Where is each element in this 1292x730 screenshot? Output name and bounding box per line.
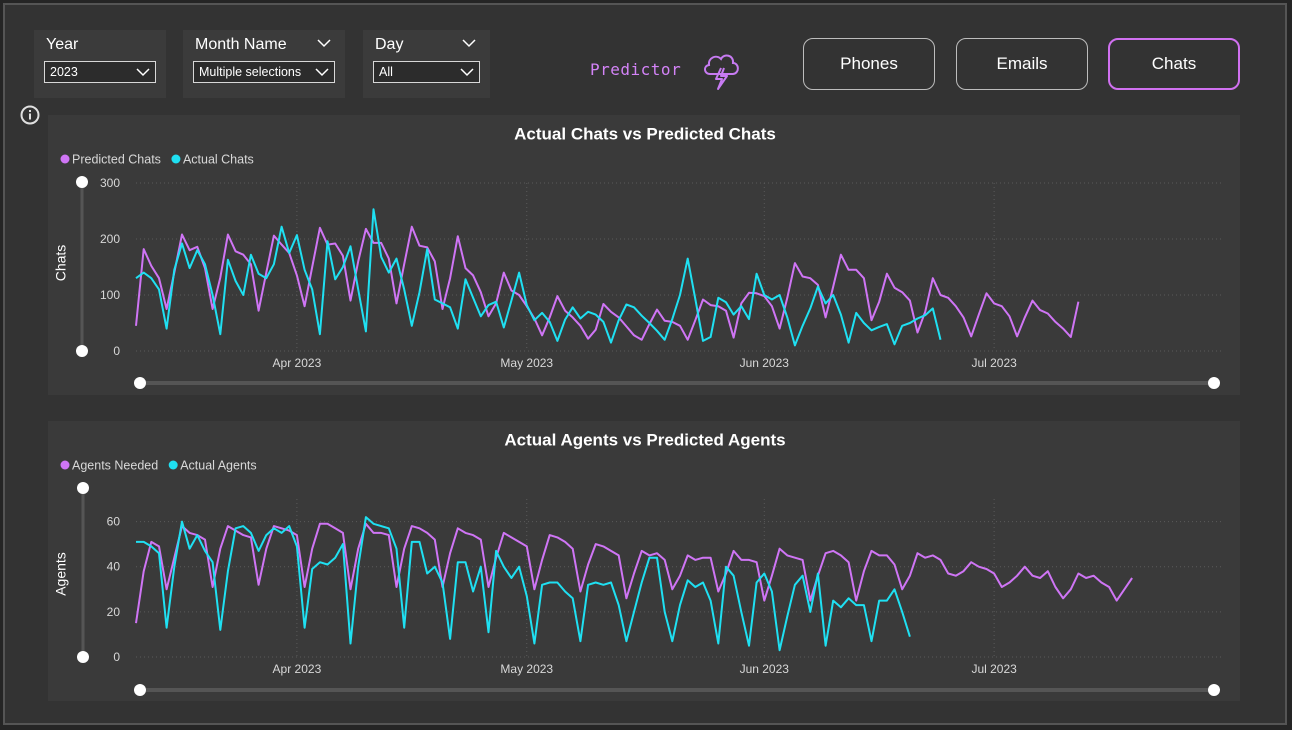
agents-line-chart: Actual Agents vs Predicted Agents Agents … xyxy=(53,430,1224,696)
year-slicer: Year 2023 xyxy=(34,30,166,98)
x-tick-label: Jun 2023 xyxy=(740,356,790,370)
day-slicer: Day All xyxy=(363,30,490,98)
info-icon[interactable] xyxy=(20,105,40,125)
chevron-down-icon[interactable] xyxy=(462,36,476,50)
legend-marker xyxy=(60,460,70,470)
y-zoom-handle-top xyxy=(76,176,88,188)
chevron-down-icon xyxy=(315,68,329,77)
agents-y-axis-label: Agents xyxy=(53,552,69,596)
y-zoom-handle-top xyxy=(77,482,89,494)
chevron-down-icon xyxy=(136,68,150,77)
x-tick-label: Jul 2023 xyxy=(971,356,1017,370)
chats-line-chart: Actual Chats vs Predicted Chats Predicted… xyxy=(53,124,1224,389)
legend-label: Predicted Chats xyxy=(72,153,161,167)
predictor-brand: Predictor xyxy=(590,60,681,79)
x-zoom-handle-left xyxy=(134,684,146,696)
legend-label: Actual Agents xyxy=(180,459,256,473)
chats-chart-panel: Actual Chats vs Predicted Chats Predicted… xyxy=(48,115,1240,395)
emails-button[interactable]: Emails xyxy=(956,38,1088,90)
y-tick-label: 20 xyxy=(107,605,121,619)
x-zoom-handle-left xyxy=(134,377,146,389)
phones-button[interactable]: Phones xyxy=(803,38,935,90)
legend-marker xyxy=(168,460,178,470)
year-dropdown[interactable]: 2023 xyxy=(44,61,156,83)
month-dropdown-value: Multiple selections xyxy=(199,65,302,79)
chats-button[interactable]: Chats xyxy=(1108,38,1240,90)
x-tick-label: May 2023 xyxy=(500,356,553,370)
x-tick-label: Jun 2023 xyxy=(740,662,790,676)
y-tick-label: 300 xyxy=(100,176,120,190)
chats-chart-title: Actual Chats vs Predicted Chats xyxy=(514,124,776,143)
y-zoom-handle-bottom xyxy=(77,651,89,663)
legend-marker xyxy=(171,154,181,164)
legend-label: Agents Needed xyxy=(72,459,158,473)
chevron-down-icon xyxy=(460,68,474,77)
y-tick-label: 0 xyxy=(113,650,120,664)
day-dropdown-value: All xyxy=(379,65,393,79)
predictor-label: Predictor xyxy=(590,60,682,79)
y-tick-label: 200 xyxy=(100,232,120,246)
year-dropdown-value: 2023 xyxy=(50,65,78,79)
chevron-down-icon[interactable] xyxy=(317,36,331,50)
agents-chart-panel: Actual Agents vs Predicted Agents Agents … xyxy=(48,421,1240,701)
x-zoom-handle-right xyxy=(1208,377,1220,389)
year-slicer-title: Year xyxy=(46,36,79,53)
legend-marker xyxy=(60,154,70,164)
day-dropdown[interactable]: All xyxy=(373,61,480,83)
month-slicer-title: Month Name xyxy=(195,36,287,53)
agents-chart-title: Actual Agents vs Predicted Agents xyxy=(504,430,785,449)
x-tick-label: Apr 2023 xyxy=(273,356,322,370)
storm-cloud-icon xyxy=(704,54,739,90)
x-tick-label: May 2023 xyxy=(500,662,553,676)
y-tick-label: 40 xyxy=(107,560,121,574)
y-tick-label: 60 xyxy=(107,515,121,529)
month-dropdown[interactable]: Multiple selections xyxy=(193,61,335,83)
x-zoom-handle-right xyxy=(1208,684,1220,696)
y-tick-label: 100 xyxy=(100,288,120,302)
x-tick-label: Apr 2023 xyxy=(273,662,322,676)
series-line-actual-agents xyxy=(136,516,911,652)
month-slicer: Month Name Multiple selections xyxy=(183,30,345,98)
y-zoom-handle-bottom xyxy=(76,345,88,357)
legend-label: Actual Chats xyxy=(183,153,254,167)
y-tick-label: 0 xyxy=(113,344,120,358)
chats-y-axis-label: Chats xyxy=(53,245,69,282)
day-slicer-title: Day xyxy=(375,36,404,53)
x-tick-label: Jul 2023 xyxy=(971,662,1017,676)
